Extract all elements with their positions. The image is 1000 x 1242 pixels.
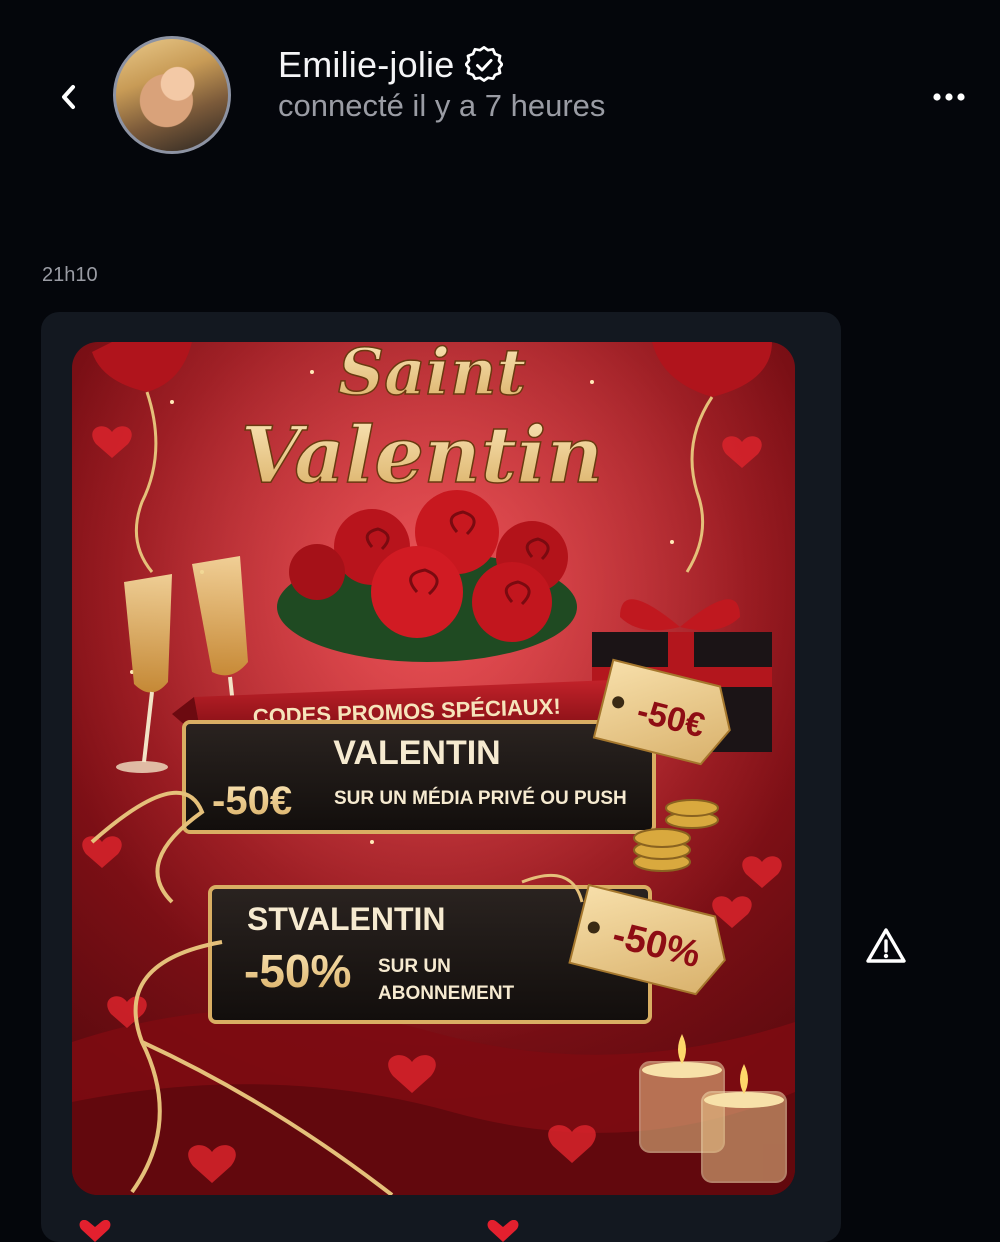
more-options-button[interactable] [925, 82, 973, 112]
promo-code-1-desc: SUR UN MÉDIA PRIVÉ OU PUSH [334, 787, 627, 809]
message-caption-preview [72, 1220, 552, 1242]
poster-title-line1: Saint [338, 342, 526, 410]
conversation-header: Emilie-jolie connecté il y a 7 heures [0, 0, 1000, 200]
promo-code-2-desc-line2: ABONNEMENT [378, 983, 515, 1004]
heart-emoji-icon [79, 1220, 111, 1242]
profile-name: Emilie-jolie [278, 44, 455, 85]
promo-code-2-desc-line1: SUR UN [378, 956, 451, 977]
heart-emoji-icon [487, 1220, 519, 1242]
poster-title-line2: Valentin [241, 410, 603, 501]
promo-code-1-discount: -50€ [212, 779, 292, 823]
more-horizontal-icon [933, 93, 965, 101]
avatar[interactable] [113, 36, 231, 154]
online-status: connecté il y a 7 heures [278, 88, 606, 123]
report-button[interactable] [862, 924, 910, 968]
promo-image-artwork: Saint Valentin CODES PROMOS SPÉCIAUX! VA… [72, 342, 795, 1195]
chevron-left-icon [62, 85, 75, 109]
message-timestamp: 21h10 [42, 264, 98, 286]
back-button[interactable] [48, 76, 90, 118]
promo-code-1: VALENTIN [333, 734, 500, 772]
verified-badge-icon [464, 45, 504, 85]
promo-image[interactable]: Saint Valentin CODES PROMOS SPÉCIAUX! VA… [72, 342, 795, 1195]
promo-code-2-discount: -50% [244, 945, 351, 997]
profile-name-row[interactable]: Emilie-jolie [278, 44, 504, 86]
promo-code-2: STVALENTIN [247, 901, 446, 937]
warning-triangle-icon [866, 928, 906, 963]
